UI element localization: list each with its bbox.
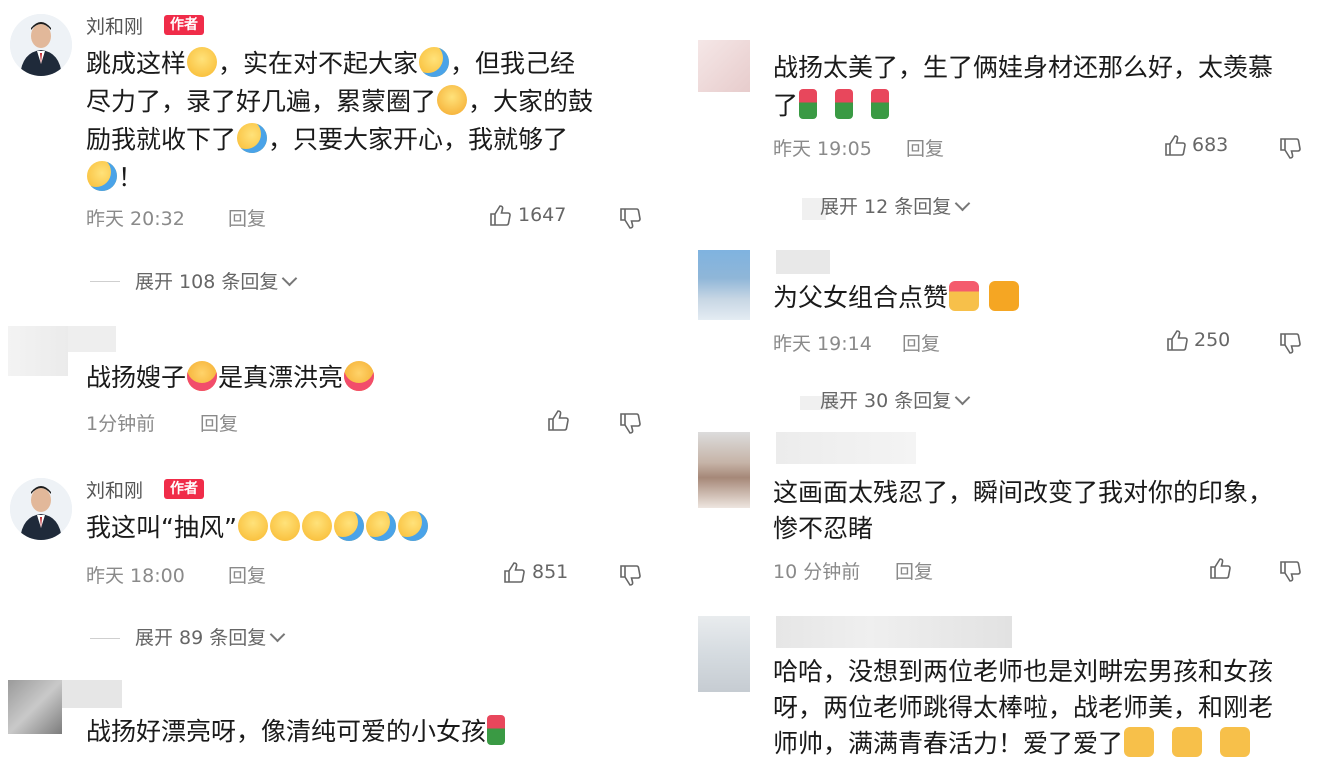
blurred-avatar[interactable] [8, 326, 68, 376]
grin-emoji-icon [187, 47, 218, 77]
comment-time: 昨天 20:32 [86, 208, 185, 230]
blurred-avatar[interactable] [8, 680, 62, 734]
like-icon[interactable] [1208, 557, 1232, 581]
like-icon[interactable] [502, 561, 526, 585]
like-icon[interactable] [546, 409, 570, 433]
blurred-username [62, 680, 122, 708]
author-avatar[interactable] [10, 14, 72, 76]
comment-text: 这画面太残忍了，瞬间改变了我对你的印象， 惨不忍睹 [773, 478, 1274, 543]
laugh-cry-emoji-icon [419, 47, 450, 77]
reply-button[interactable]: 回复 [228, 561, 266, 588]
comment-time: 10 分钟前 [773, 561, 861, 583]
reply-divider [90, 638, 120, 639]
blurred-username [776, 616, 1012, 648]
finger-heart-emoji-icon [949, 281, 980, 311]
like-count: 683 [1192, 134, 1229, 156]
dislike-icon[interactable] [618, 411, 642, 435]
hug-emoji-icon [187, 361, 218, 391]
grin-emoji-icon [237, 511, 268, 541]
like-count: 250 [1194, 329, 1231, 351]
dizzy-emoji-icon [437, 85, 468, 115]
author-badge: 作者 [164, 479, 204, 499]
chevron-down-icon [954, 195, 971, 212]
hug-emoji-icon [344, 361, 375, 391]
comment-time: 昨天 19:14 [773, 333, 872, 355]
blurred-avatar[interactable] [698, 432, 750, 508]
laugh-cry-emoji-icon [365, 511, 396, 541]
chevron-down-icon [282, 270, 298, 287]
expand-replies-button[interactable]: 展开 108 条回复 [135, 267, 298, 294]
expand-replies-button[interactable]: 展开 12 条回复 [820, 192, 971, 219]
chevron-down-icon [269, 626, 286, 643]
dislike-icon[interactable] [1278, 559, 1302, 583]
reply-button[interactable]: 回复 [902, 329, 940, 356]
comment-time: 1分钟前 [86, 413, 156, 435]
rose-emoji-icon [870, 89, 889, 119]
blurred-avatar[interactable] [698, 250, 750, 320]
like-icon[interactable] [488, 204, 512, 228]
reply-button[interactable]: 回复 [895, 557, 933, 584]
blurred-username [68, 326, 116, 352]
comment-text: 哈哈，没想到两位老师也是刘畊宏男孩和女孩 呀，两位老师跳得太棒啦，战老师美，和刚… [773, 657, 1274, 758]
reply-button[interactable]: 回复 [228, 204, 266, 231]
grin-emoji-icon [301, 511, 332, 541]
blurred-avatar[interactable] [698, 616, 750, 692]
reply-divider [90, 281, 120, 282]
dislike-icon[interactable] [1278, 331, 1302, 355]
thumbs-up-emoji-icon [988, 281, 1019, 311]
rose-emoji-icon [834, 89, 853, 119]
expand-replies-button[interactable]: 展开 89 条回复 [135, 623, 286, 650]
author-badge: 作者 [164, 15, 204, 35]
grin-emoji-icon [269, 511, 300, 541]
comment-text: 战扬嫂子 是真漂洪亮 [86, 360, 375, 396]
reply-button[interactable]: 回复 [906, 134, 944, 161]
expand-replies-button[interactable]: 展开 30 条回复 [820, 386, 971, 413]
rose-emoji-icon [487, 715, 506, 745]
blurred-avatar[interactable] [698, 40, 750, 92]
blurred-username [776, 250, 830, 274]
like-count: 851 [532, 561, 569, 583]
like-icon[interactable] [1163, 134, 1187, 158]
laugh-cry-emoji-icon [397, 511, 428, 541]
reply-button[interactable]: 回复 [200, 409, 238, 436]
author-name[interactable]: 刘和刚 [86, 12, 143, 39]
dislike-icon[interactable] [1278, 136, 1302, 160]
author-avatar[interactable] [10, 478, 72, 540]
comment-text: 战扬好漂亮呀，像清纯可爱的小女孩 [86, 714, 506, 750]
comment-text: 战扬太美了，生了俩娃身材还那么好，太羡慕 了 [773, 53, 1274, 120]
comment-text: 我这叫“抽风” [86, 510, 429, 546]
blurred-username [776, 432, 916, 464]
like-icon[interactable] [1165, 329, 1189, 353]
fingers-crossed-emoji-icon [1219, 727, 1250, 757]
comment-text: 为父女组合点赞 [773, 280, 1020, 316]
fingers-crossed-emoji-icon [1124, 727, 1155, 757]
comment-time: 昨天 18:00 [86, 565, 185, 587]
comment-text: 跳成这样 ，实在对不起大家 ，但我己经 尽力了，录了好几遍，累蒙圈了 ，大家的鼓 励我… [86, 47, 594, 192]
dislike-icon[interactable] [618, 563, 642, 587]
dislike-icon[interactable] [618, 206, 642, 230]
laugh-cry-emoji-icon [333, 511, 364, 541]
laugh-cry-emoji-icon [87, 161, 117, 191]
comment-time: 昨天 19:05 [773, 138, 872, 160]
fingers-crossed-emoji-icon [1171, 727, 1202, 757]
rose-emoji-icon [799, 89, 818, 119]
laugh-cry-emoji-icon [237, 123, 268, 153]
author-name[interactable]: 刘和刚 [86, 476, 143, 503]
chevron-down-icon [954, 389, 971, 406]
like-count: 1647 [518, 204, 567, 226]
